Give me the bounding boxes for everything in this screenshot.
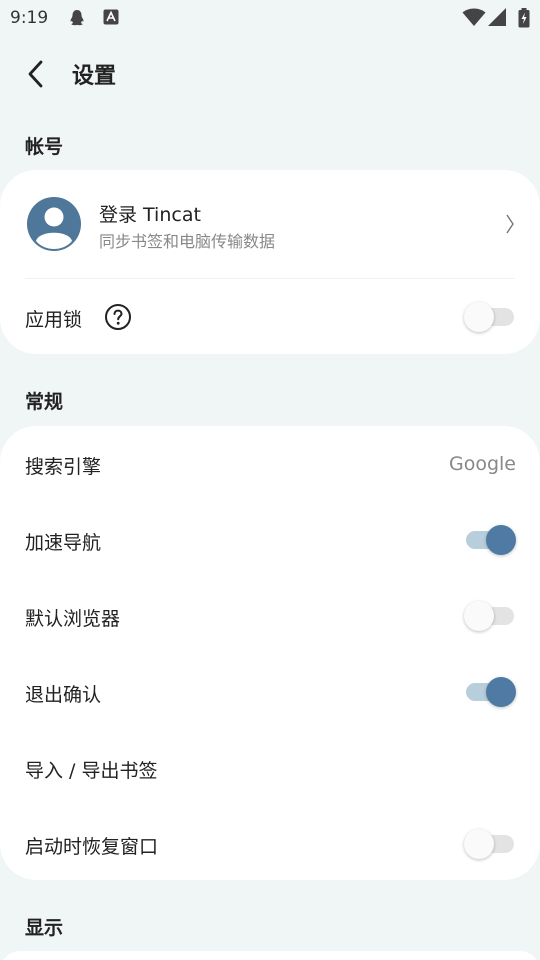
- battery-charging-icon: [518, 8, 530, 32]
- avatar: [27, 197, 81, 251]
- accelerated-nav-label: 加速导航: [25, 532, 102, 554]
- default-browser-toggle[interactable]: [464, 600, 516, 632]
- section-header-general: 常规: [25, 391, 64, 413]
- restore-windows-row: 启动时恢复窗口: [0, 806, 540, 880]
- exit-confirm-toggle[interactable]: [464, 676, 516, 708]
- status-time: 9:19: [10, 8, 49, 28]
- login-title: 登录 Tincat: [99, 204, 201, 226]
- exit-confirm-label: 退出确认: [25, 684, 102, 706]
- login-subtitle: 同步书签和电脑传输数据: [99, 232, 276, 251]
- help-icon[interactable]: [104, 303, 132, 331]
- accelerated-nav-row: 加速导航: [0, 502, 540, 578]
- search-engine-label: 搜索引擎: [25, 456, 102, 478]
- wifi-icon: [462, 8, 486, 30]
- section-header-account: 帐号: [25, 136, 64, 158]
- exit-confirm-row: 退出确认: [0, 654, 540, 730]
- account-card: 登录 Tincat 同步书签和电脑传输数据 应用锁: [0, 170, 540, 354]
- chevron-left-icon: [28, 60, 43, 88]
- app-lock-toggle[interactable]: [464, 301, 516, 333]
- app-bar: 设置: [0, 44, 540, 104]
- back-button[interactable]: [16, 54, 56, 94]
- app-lock-label: 应用锁: [25, 309, 83, 331]
- default-browser-row: 默认浏览器: [0, 578, 540, 654]
- chevron-right-icon: [504, 212, 516, 240]
- login-row[interactable]: 登录 Tincat 同步书签和电脑传输数据: [0, 170, 540, 278]
- section-header-display: 显示: [25, 917, 64, 939]
- general-card: 搜索引擎 Google 加速导航 默认浏览器 退出确认 导入 / 导出书签 启动…: [0, 426, 540, 880]
- a-notification-icon: [103, 9, 119, 29]
- import-export-row[interactable]: 导入 / 导出书签: [0, 730, 540, 806]
- qq-penguin-icon: [68, 9, 86, 31]
- accelerated-nav-toggle[interactable]: [464, 524, 516, 556]
- default-browser-label: 默认浏览器: [25, 608, 121, 630]
- restore-windows-label: 启动时恢复窗口: [25, 836, 159, 858]
- restore-windows-toggle[interactable]: [464, 828, 516, 860]
- cell-signal-icon: [488, 8, 506, 30]
- search-engine-row[interactable]: 搜索引擎 Google: [0, 426, 540, 502]
- page-title: 设置: [72, 64, 117, 89]
- app-lock-row: 应用锁: [0, 279, 540, 354]
- import-export-label: 导入 / 导出书签: [25, 760, 158, 782]
- display-card: [0, 951, 540, 960]
- status-bar: 9:19: [0, 0, 540, 36]
- search-engine-value: Google: [448, 453, 516, 475]
